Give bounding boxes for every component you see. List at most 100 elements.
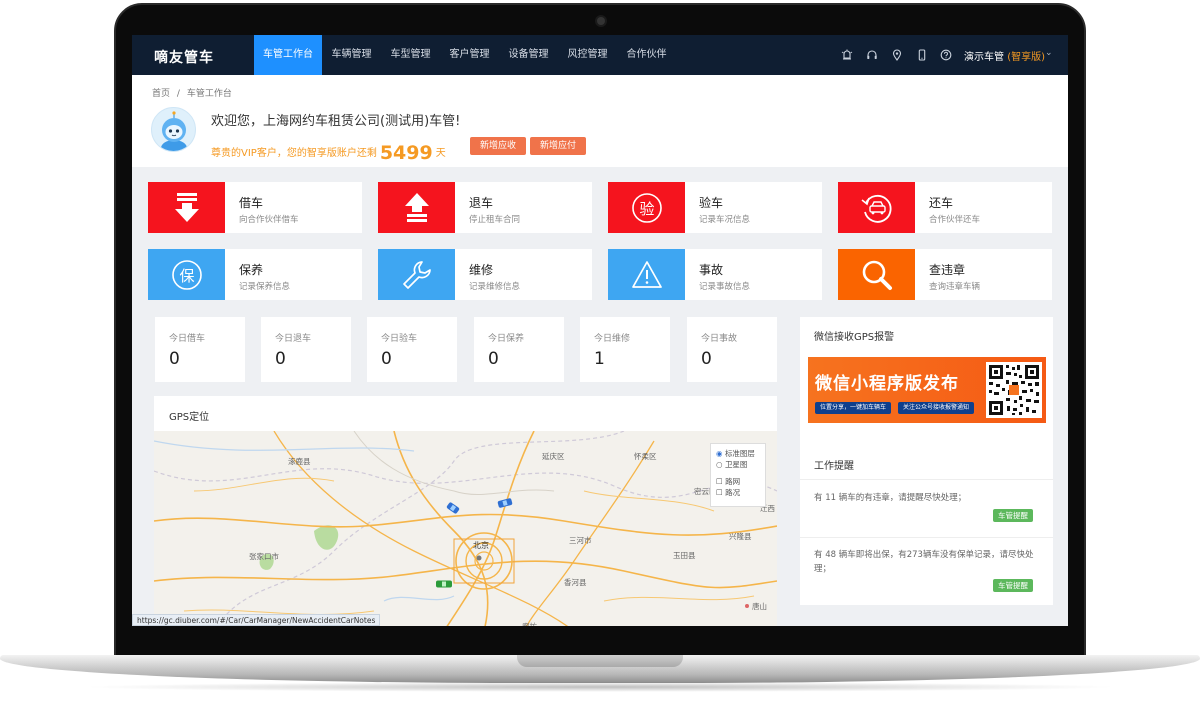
alarm-icon[interactable]: [841, 49, 853, 61]
stat-repair[interactable]: 今日维修 1: [580, 317, 670, 382]
layer-traffic[interactable]: ☐ 路况: [716, 487, 760, 498]
gps-map[interactable]: 涿鹿县 张家口市 延庆区 怀柔区 密云区 兴隆县 北京 三河市 玉田县 香河县 …: [154, 431, 777, 626]
nav-item-customers[interactable]: 客户管理: [440, 35, 499, 75]
map-label: 三河市: [569, 536, 592, 545]
map-label: 玉田县: [673, 551, 696, 560]
gps-title: GPS定位: [169, 412, 210, 423]
banner-title: 微信小程序版发布: [815, 374, 959, 394]
stat-value: 0: [488, 349, 499, 369]
user-menu[interactable]: 演示车管 (智享版): [964, 48, 1045, 63]
nav-item-partners[interactable]: 合作伙伴: [617, 35, 676, 75]
add-receivable-button[interactable]: 新增应收: [470, 137, 526, 155]
action-title: 借车: [239, 196, 264, 210]
warning-icon: [608, 249, 685, 300]
stat-value: 0: [169, 349, 180, 369]
map-label: 涿鹿县: [288, 457, 311, 466]
layer-roads[interactable]: ☐ 路网: [716, 476, 760, 487]
inspect-icon: 验: [608, 182, 685, 233]
status-bar-url: https://gc.diuber.com/#/Car/CarManager/N…: [132, 614, 381, 626]
reminders-panel: 工作提醒 有 11 辆车的有违章，请提醒尽快处理； 车管提醒 有 48 辆车即将…: [800, 445, 1053, 605]
radio-selected-icon[interactable]: ◉: [716, 449, 723, 458]
stat-value: 0: [381, 349, 392, 369]
headset-icon[interactable]: [866, 49, 878, 61]
action-card-return-car[interactable]: 还车 合作伙伴还车: [838, 182, 1052, 233]
stat-label: 今日保养: [488, 334, 525, 344]
action-sub: 合作伙伴还车: [929, 215, 981, 225]
qr-code-icon: [986, 362, 1042, 418]
stat-maintain[interactable]: 今日保养 0: [474, 317, 564, 382]
nav-item-models[interactable]: 车型管理: [381, 35, 440, 75]
checkbox-icon[interactable]: ☐: [716, 477, 723, 486]
action-card-maintain[interactable]: 保 保养 记录保养信息: [148, 249, 362, 300]
help-icon[interactable]: [940, 49, 952, 61]
robot-avatar-icon: [161, 111, 187, 151]
action-card-violations[interactable]: 查违章 查询违章车辆: [838, 249, 1052, 300]
nav-item-vehicles[interactable]: 车辆管理: [322, 35, 381, 75]
map-label: 怀柔区: [634, 452, 657, 461]
reminder-text: 有 11 辆车的有违章，请提醒尽快处理；: [814, 493, 967, 503]
action-card-return-contract[interactable]: 退车 停止租车合同: [378, 182, 592, 233]
brand-logo[interactable]: 嘀友管车: [154, 47, 214, 67]
map-label: 张家口市: [249, 552, 279, 561]
stat-return[interactable]: 今日退车 0: [261, 317, 351, 382]
stat-label: 今日维修: [594, 334, 631, 344]
action-sub: 记录维修信息: [469, 282, 521, 292]
nav-item-risk[interactable]: 风控管理: [558, 35, 617, 75]
phone-icon[interactable]: [916, 49, 928, 61]
map-label: 廊坊: [522, 621, 537, 626]
location-icon[interactable]: [891, 49, 903, 61]
maintain-icon: 保: [148, 249, 225, 300]
map-label: 兴隆县: [729, 532, 752, 541]
radio-icon[interactable]: ○: [716, 460, 723, 469]
car-return-icon: [838, 182, 915, 233]
user-name: 演示车管: [964, 52, 1004, 63]
divider: [800, 537, 1053, 538]
nav-item-workbench[interactable]: 车管工作台: [254, 35, 322, 75]
banner-pill: 位置分享，一键加车辆车: [815, 402, 892, 414]
laptop-notch: [517, 655, 683, 667]
base-shadow: [80, 682, 1120, 692]
vip-line: 尊贵的VIP客户，您的智享版账户还剩 5499 天: [211, 139, 446, 164]
reminder-text: 有 48 辆车即将出保，有273辆车没有保单记录，请尽快处理；: [814, 550, 1034, 574]
reminder-tag[interactable]: 车管提醒: [993, 579, 1033, 592]
nav-item-devices[interactable]: 设备管理: [499, 35, 558, 75]
action-card-inspect[interactable]: 验 验车 记录车况信息: [608, 182, 822, 233]
breadcrumb: 首页 / 车管工作台: [152, 86, 232, 99]
maintain-glyph: 保: [179, 267, 194, 285]
stat-accident[interactable]: 今日事故 0: [687, 317, 777, 382]
action-title: 还车: [929, 196, 954, 210]
map-label: 延庆区: [542, 452, 565, 461]
action-card-accident[interactable]: 事故 记录事故信息: [608, 249, 822, 300]
stat-borrow[interactable]: 今日借车 0: [155, 317, 245, 382]
welcome-panel: 首页 / 车管工作台 欢迎您，上海网约车租赁公司(测试用)车管! 尊贵的VIP客…: [132, 75, 1068, 167]
divider: [800, 479, 1053, 480]
car-marker[interactable]: [436, 580, 452, 588]
reminders-title: 工作提醒: [814, 461, 854, 472]
add-payable-button[interactable]: 新增应付: [530, 137, 586, 155]
map-layer-switcher: ◉ 标准图层 ○ 卫星图 ☐ 路网 ☐ 路况: [710, 443, 766, 507]
action-sub: 向合作伙伴借车: [239, 215, 299, 225]
layer-satellite[interactable]: ○ 卫星图: [716, 459, 760, 470]
checkbox-icon[interactable]: ☐: [716, 488, 723, 497]
reminder-tag[interactable]: 车管提醒: [993, 509, 1033, 522]
remaining-days: 5499: [379, 142, 433, 164]
arrow-down-icon: [148, 182, 225, 233]
chevron-down-icon[interactable]: ⌄: [1045, 48, 1053, 58]
wechat-title: 微信接收GPS报警: [814, 332, 895, 343]
action-sub: 记录车况信息: [699, 215, 751, 225]
miniprogram-banner[interactable]: 微信小程序版发布 位置分享，一键加车辆车 关注公众号接收报警通知: [808, 357, 1046, 423]
action-sub: 记录事故信息: [699, 282, 751, 292]
stat-value: 0: [275, 349, 286, 369]
action-card-repair[interactable]: 维修 记录维修信息: [378, 249, 592, 300]
user-plan: (智享版): [1007, 52, 1045, 63]
action-title: 维修: [469, 263, 494, 277]
map-canvas[interactable]: [154, 431, 777, 626]
breadcrumb-home[interactable]: 首页: [152, 89, 170, 99]
action-title: 验车: [699, 196, 724, 210]
gps-panel: GPS定位 涿鹿县 张家口市 延庆区 怀柔区 密云区 兴隆县 北京 三河市 玉田…: [154, 396, 777, 626]
stat-inspect[interactable]: 今日验车 0: [367, 317, 457, 382]
layer-standard[interactable]: ◉ 标准图层: [716, 448, 760, 459]
map-label: 唐山: [752, 602, 767, 611]
welcome-text: 欢迎您，上海网约车租赁公司(测试用)车管!: [211, 114, 461, 129]
action-card-borrow[interactable]: 借车 向合作伙伴借车: [148, 182, 362, 233]
